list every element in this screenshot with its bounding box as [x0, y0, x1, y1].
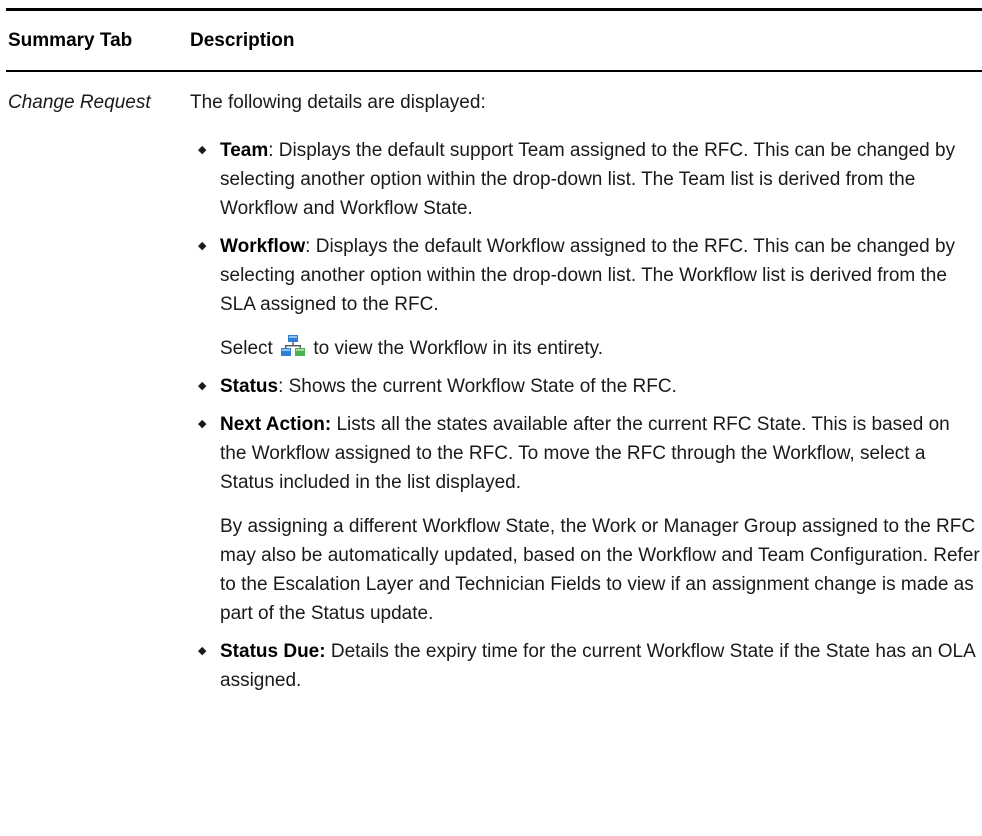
diamond-bullet-icon: ◆	[198, 645, 207, 657]
list-item-team: ◆ Team: Displays the default support Tea…	[190, 136, 970, 223]
header-description: Description	[190, 30, 295, 51]
details-list: ◆ Team: Displays the default support Tea…	[190, 136, 980, 695]
list-item-workflow: ◆ Workflow: Displays the default Workflo…	[190, 232, 970, 363]
workflow-diagram-icon[interactable]	[281, 334, 306, 358]
term-status: Status	[220, 376, 279, 397]
next-action-note: By assigning a different Workflow State,…	[220, 516, 980, 624]
workflow-view-hint: Select to view the Workflow in its entir…	[220, 334, 980, 363]
item-description: Displays the default Workflow assigned t…	[220, 236, 956, 315]
item-description: Details the expiry time for the current …	[220, 641, 975, 691]
item-text: Status Due: Details the expiry time for …	[220, 637, 980, 695]
list-item-status-due: ◆ Status Due: Details the expiry time fo…	[190, 637, 975, 695]
item-text: Status: Shows the current Workflow State…	[220, 372, 980, 401]
term-status-due: Status Due:	[220, 641, 326, 662]
description-intro: The following details are displayed:	[190, 92, 486, 113]
row-label-change-request: Change Request	[8, 92, 151, 113]
item-text: Workflow: Displays the default Workflow …	[220, 232, 980, 319]
list-item-status: ◆ Status: Shows the current Workflow Sta…	[190, 372, 970, 401]
row-description: The following details are displayed: ◆ T…	[190, 88, 980, 695]
diamond-bullet-icon: ◆	[198, 380, 207, 392]
term-team: Team	[220, 140, 269, 161]
item-description: Displays the default support Team assign…	[220, 140, 956, 219]
diamond-bullet-icon: ◆	[198, 240, 207, 252]
table-top-rule	[6, 8, 982, 11]
hint-suffix: to view the Workflow in its entirety.	[308, 338, 604, 359]
term-workflow: Workflow	[220, 236, 306, 257]
item-text: Team: Displays the default support Team …	[220, 136, 980, 223]
diamond-bullet-icon: ◆	[198, 418, 207, 430]
item-text: Next Action: Lists all the states availa…	[220, 410, 980, 497]
term-next-action: Next Action:	[220, 414, 332, 435]
header-bottom-rule	[6, 70, 982, 72]
list-item-next-action: ◆ Next Action: Lists all the states avai…	[190, 410, 980, 628]
diamond-bullet-icon: ◆	[198, 144, 207, 156]
hint-prefix: Select	[220, 338, 279, 359]
item-description: Shows the current Workflow State of the …	[283, 376, 677, 397]
header-summary-tab: Summary Tab	[8, 30, 133, 51]
